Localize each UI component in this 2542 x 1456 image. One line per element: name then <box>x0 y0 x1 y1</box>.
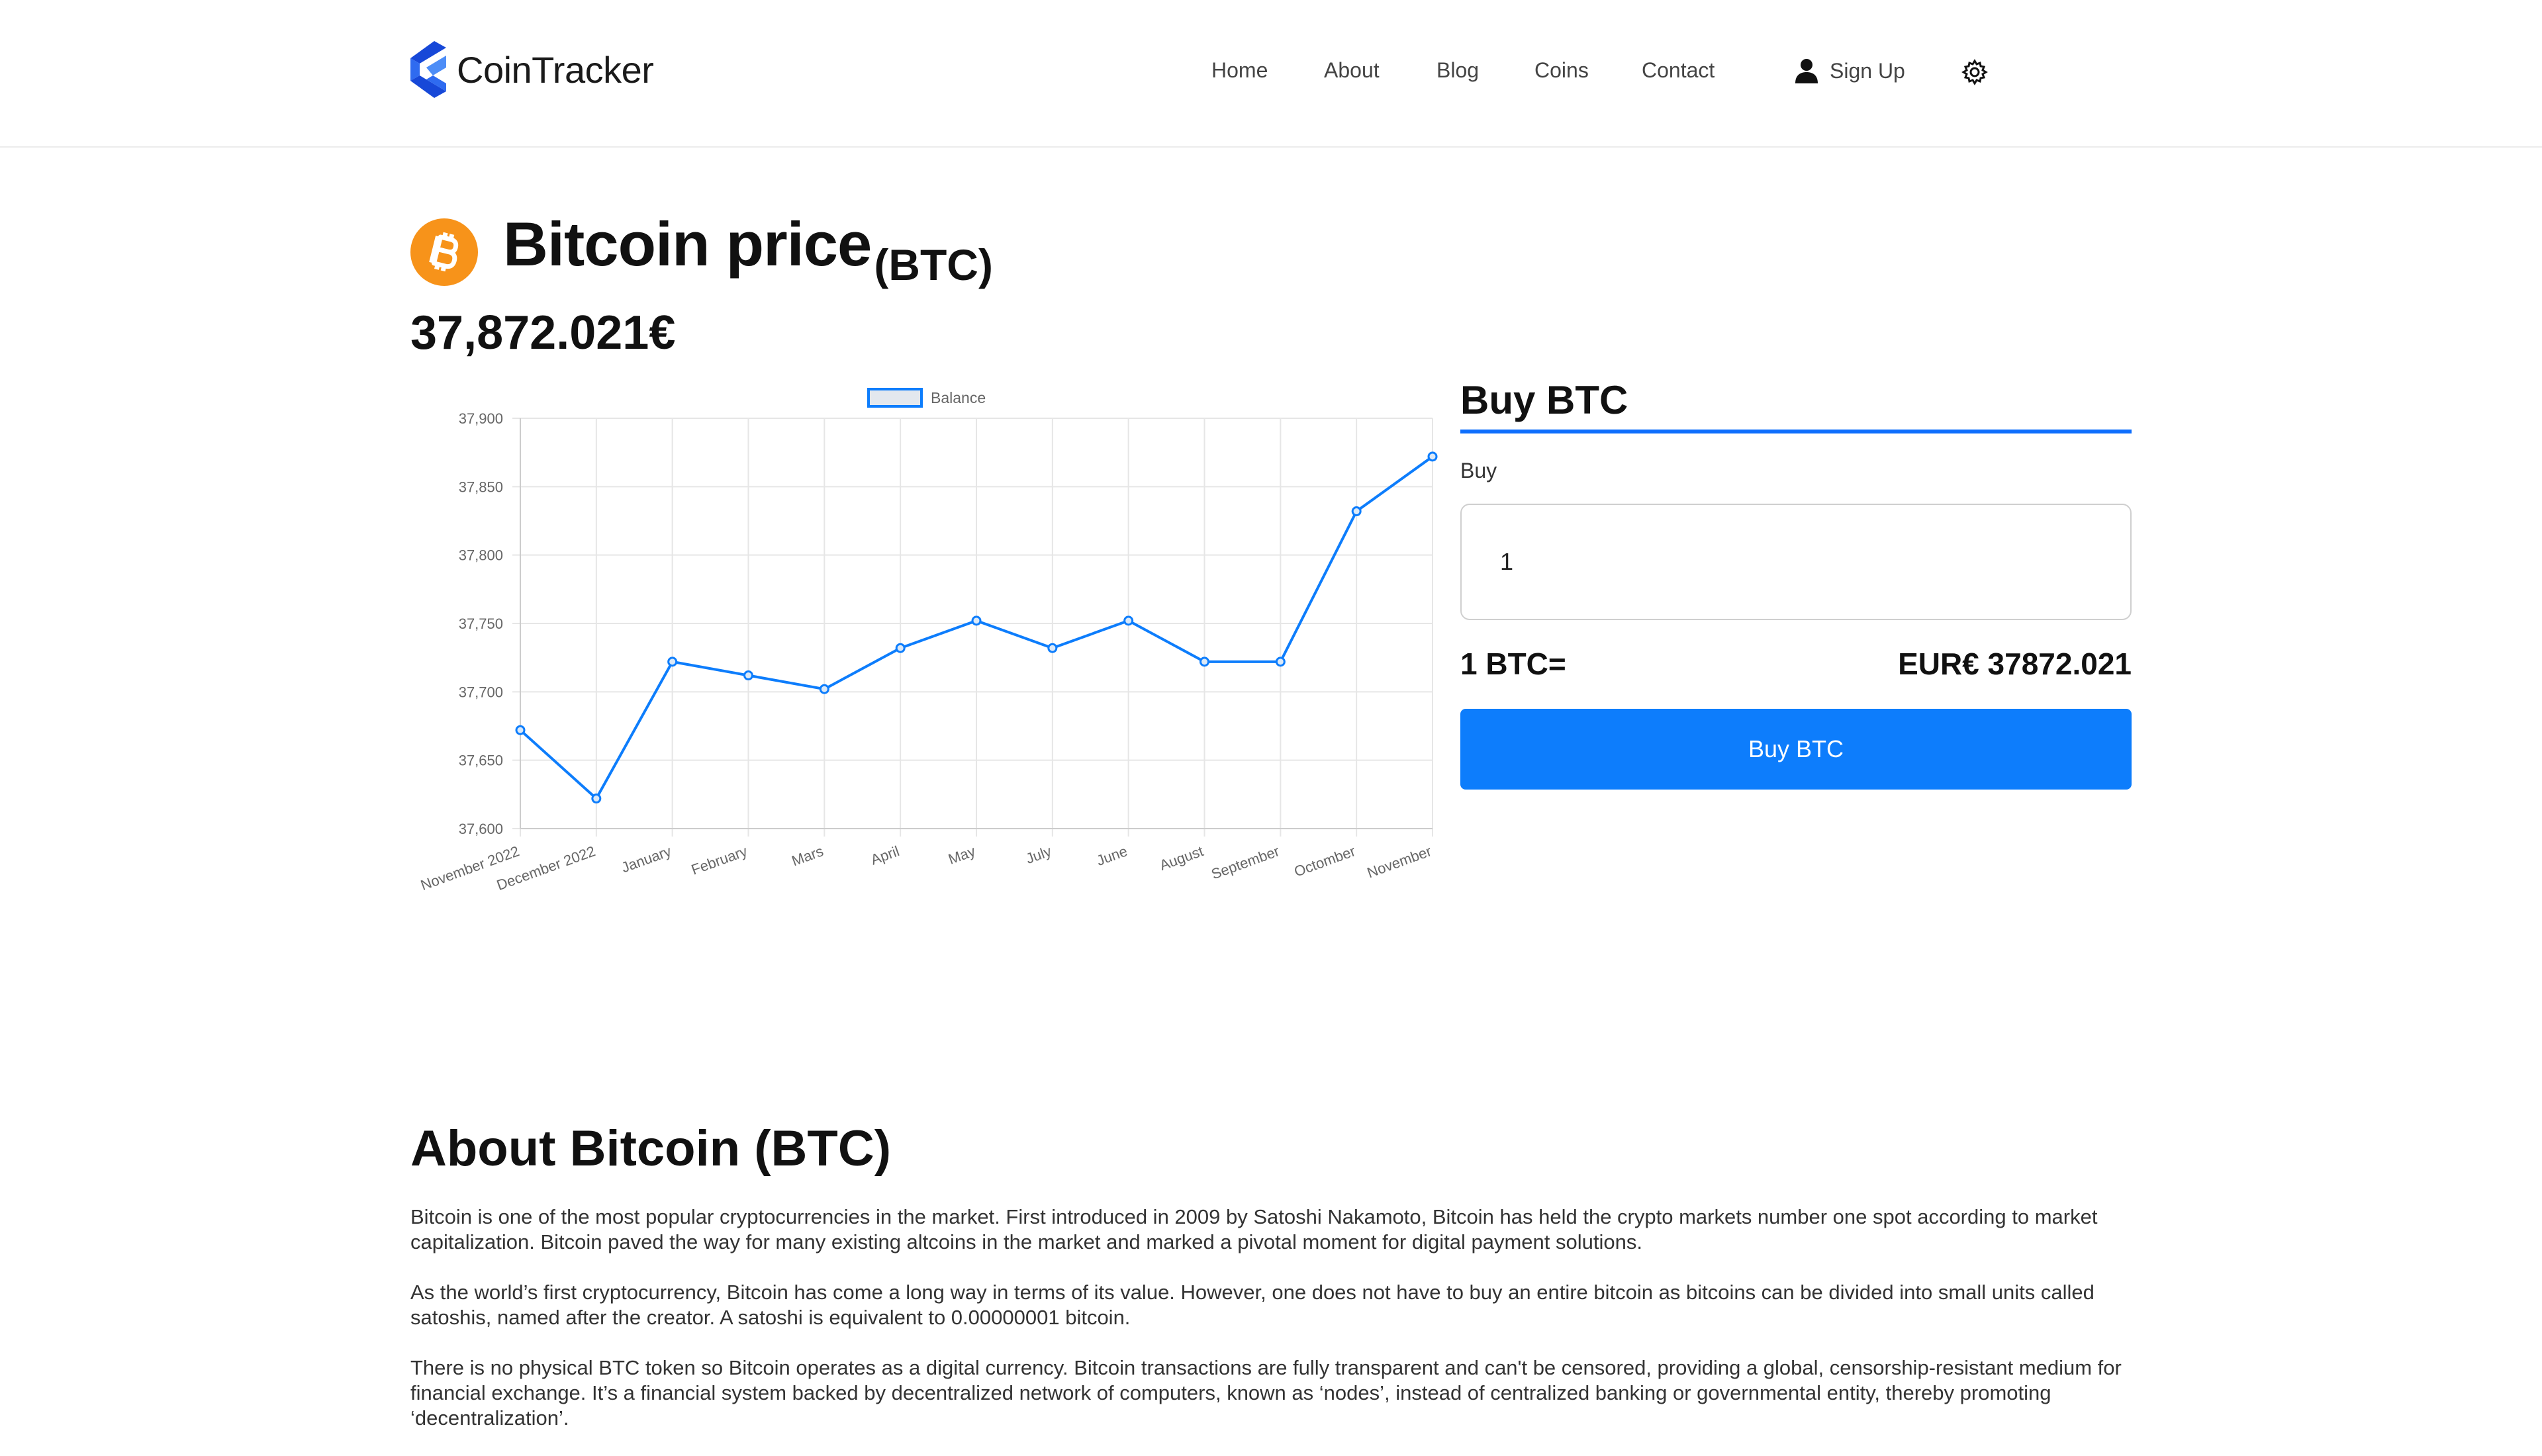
current-price: 37,872.021€ <box>410 306 676 359</box>
about-paragraph: There is no physical BTC token so Bitcoi… <box>410 1356 2122 1430</box>
chart-y-tick-label: 37,600 <box>459 821 503 837</box>
buy-amount-label: Buy <box>1460 459 1497 482</box>
about-paragraph: Bitcoin is one of the most popular crypt… <box>410 1205 2098 1253</box>
chart-x-tick-label: July <box>1023 842 1053 867</box>
chart-x-tick-label: February <box>689 842 749 878</box>
coin-symbol: (BTC) <box>874 240 993 289</box>
chart-data-point <box>743 670 753 681</box>
chart-data-point <box>971 615 982 626</box>
chart-x-tick-label: Mars <box>790 842 825 869</box>
user-icon <box>1795 59 1818 83</box>
chart-y-tick-label: 37,750 <box>459 615 503 632</box>
chart-y-tick-label: 37,900 <box>459 410 503 427</box>
buy-amount-input[interactable] <box>1460 504 2132 620</box>
sign-up-label: Sign Up <box>1830 58 1905 83</box>
nav-contact[interactable]: Contact <box>1642 58 1715 83</box>
chart-y-tick-label: 37,800 <box>459 547 503 564</box>
chart-data-point <box>1047 643 1058 653</box>
chart-data-point <box>591 794 602 804</box>
page-title: Bitcoin price(BTC) <box>503 208 993 289</box>
about-section: About Bitcoin (BTC) Bitcoin is one of th… <box>410 1117 2132 1456</box>
page-title-text: Bitcoin price <box>503 209 872 279</box>
brand-link[interactable]: CoinTracker <box>410 41 654 98</box>
top-navbar: CoinTracker Home About Blog Coins Contac… <box>0 0 2542 148</box>
chart-x-tick-label: April <box>869 842 902 868</box>
chart-y-tick-label: 37,700 <box>459 684 503 700</box>
chart-legend-label: Balance <box>931 389 986 406</box>
buy-panel: Buy BTC Buy 1 BTC= EUR€ 37872.021 Buy BT… <box>1460 374 2132 790</box>
nav-about[interactable]: About <box>1324 58 1380 83</box>
chart-data-point <box>1200 657 1209 667</box>
bitcoin-icon <box>410 218 478 286</box>
chart-data-point <box>1123 615 1134 626</box>
chart-data-point <box>1351 506 1362 517</box>
chart-data-point <box>895 643 906 653</box>
price-chart: 37,900 37,850 37,800 37,750 37,700 37,650 37,6… <box>410 377 1443 907</box>
chart-x-tick-label: May <box>946 842 978 868</box>
nav-blog[interactable]: Blog <box>1436 58 1479 83</box>
rate-left: 1 BTC= <box>1460 647 1566 681</box>
sign-up-link[interactable]: Sign Up <box>1795 58 1905 83</box>
about-paragraph: As the world’s first cryptocurrency, Bit… <box>410 1281 2095 1329</box>
chart-x-tick-label: June <box>1094 842 1129 869</box>
chart-x-tick-label: September <box>1209 842 1282 882</box>
brand-name: CoinTracker <box>457 48 654 91</box>
buy-btc-button[interactable]: Buy BTC <box>1460 709 2132 790</box>
gear-icon[interactable] <box>1961 58 1989 86</box>
buy-heading: Buy BTC <box>1460 378 1628 422</box>
chart-data-point <box>1427 451 1438 462</box>
nav-home[interactable]: Home <box>1211 58 1268 83</box>
chart-x-tick-label: January <box>619 842 673 876</box>
chart-data-point <box>667 657 678 667</box>
rate-right: EUR€ 37872.021 <box>1898 647 2132 681</box>
cointracker-logo-icon <box>410 41 446 98</box>
chart-data-point <box>1275 657 1286 667</box>
chart-y-tick-label: 37,850 <box>459 478 503 495</box>
chart-y-tick-label: 37,650 <box>459 752 503 769</box>
buy-heading-underline <box>1460 430 2132 433</box>
chart-x-tick-label: Octomber <box>1292 842 1358 880</box>
chart-x-tick-label: November <box>1365 842 1434 881</box>
chart-data-point <box>515 725 526 735</box>
price-chart-svg: 37,900 37,850 37,800 37,750 37,700 37,650 37,6… <box>418 388 1438 893</box>
chart-legend-swatch <box>867 388 923 408</box>
chart-data-point <box>819 684 829 694</box>
conversion-rate-row: 1 BTC= EUR€ 37872.021 <box>1460 644 2132 684</box>
chart-x-tick-label: August <box>1157 842 1205 874</box>
about-heading: About Bitcoin (BTC) <box>410 1120 892 1177</box>
nav-coins[interactable]: Coins <box>1534 58 1589 83</box>
